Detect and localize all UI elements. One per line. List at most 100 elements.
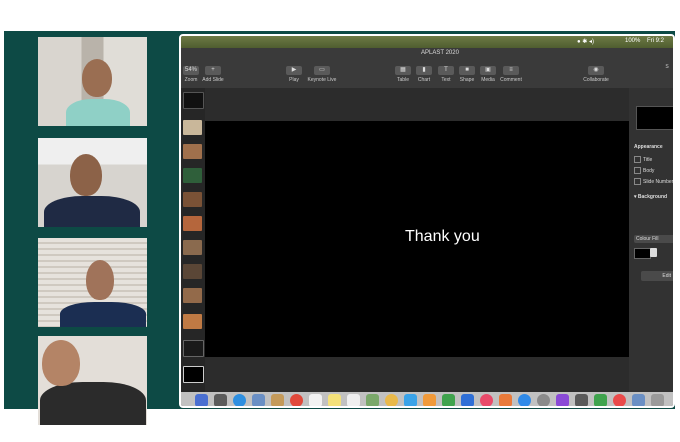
text-label: Text [441,77,451,83]
keynote-live-label: Keynote Live [307,77,337,83]
add-slide-icon: + [205,66,221,75]
shape-icon: ■ [459,66,475,75]
comment-button[interactable]: ≡ Comment [499,66,523,83]
format-button[interactable]: S [655,64,673,70]
title-checkbox-row[interactable]: Title [634,156,652,163]
chart-icon: ▮ [416,66,432,75]
media-button[interactable]: ▣ Media [476,66,500,83]
calendar-icon[interactable] [309,394,322,406]
document-title: APLAST 2020 [421,50,459,56]
keynote-toolbar: APLAST 2020 54% Zoom + Add Slide ▶ Play … [181,48,673,88]
participant-video-2[interactable] [38,138,147,227]
contacts-icon[interactable] [271,394,284,406]
mac-dock [181,392,673,406]
slide-thumbnail-selected[interactable] [183,366,204,383]
notes-icon[interactable] [328,394,341,406]
pages-icon[interactable] [423,394,436,406]
safari-icon[interactable] [233,394,246,406]
media-label: Media [481,77,495,83]
menubar-icons: ● ✱ ◂) [577,39,594,45]
system-preferences-icon[interactable] [537,394,550,406]
imovie-icon[interactable] [556,394,569,406]
format-inspector: Appearance Title Body Slide Number ▾ Bac… [629,88,673,392]
slide-title-text[interactable]: Thank you [405,228,480,246]
body-checkbox-label: Body [643,167,655,174]
chrome-icon[interactable] [290,394,303,406]
downloads-folder-icon[interactable] [632,394,645,406]
slide-thumbnail[interactable] [183,264,202,279]
launchpad-icon[interactable] [214,394,227,406]
numbers-icon[interactable] [442,394,455,406]
appearance-heading: Appearance [634,144,663,150]
books-icon[interactable] [499,394,512,406]
play-button[interactable]: ▶ Play [282,66,306,83]
zoom-control[interactable]: 54% Zoom [181,66,203,83]
participant-strip [38,37,148,425]
chart-label: Chart [417,77,431,83]
slide-thumbnail[interactable] [183,144,202,159]
menubar-clock: Fri 9:2 [647,38,665,44]
body-checkbox-row[interactable]: Body [634,167,654,174]
collaborate-icon: ◉ [588,66,604,75]
keynote-live-button[interactable]: ▭ Keynote Live [307,66,337,83]
keynote-live-icon: ▭ [314,66,330,75]
collaborate-button[interactable]: ◉ Collaborate [581,66,611,83]
layout-preview[interactable] [636,106,673,130]
shared-screen[interactable]: ● ✱ ◂) 100% Fri 9:2 APLAST 2020 54% Zoom… [179,34,675,408]
body-checkbox[interactable] [634,167,641,174]
background-heading: Background [637,194,668,200]
slide-thumbnail[interactable] [183,314,202,329]
play-icon: ▶ [286,66,302,75]
play-label: Play [289,77,299,83]
mac-menubar: ● ✱ ◂) 100% Fri 9:2 [181,36,673,48]
trash-icon[interactable] [651,394,664,406]
slide-thumbnail[interactable] [183,216,202,231]
slide-thumbnail[interactable] [183,192,202,207]
title-checkbox[interactable] [634,156,641,163]
participant-video-4[interactable] [38,336,147,425]
slide-thumbnail[interactable] [183,92,204,109]
chart-button[interactable]: ▮ Chart [412,66,436,83]
facetime-icon[interactable] [594,394,607,406]
edit-button[interactable]: Edit [641,271,673,281]
table-icon: ▦ [395,66,411,75]
app-store-icon[interactable] [518,394,531,406]
music-icon[interactable] [480,394,493,406]
maps-icon[interactable] [366,394,379,406]
battery-label: 100% [625,38,641,44]
color-picker-button[interactable] [650,248,657,257]
slide-thumbnail[interactable] [183,340,204,357]
keynote-icon[interactable] [461,394,474,406]
text-icon: T [438,66,454,75]
comment-label: Comment [500,77,522,83]
slide-thumbnail[interactable] [183,240,202,255]
reminders-icon[interactable] [347,394,360,406]
add-slide-button[interactable]: + Add Slide [201,66,225,83]
messages-icon[interactable] [404,394,417,406]
collaborate-label: Collaborate [583,77,609,83]
slide-navigator [181,88,205,392]
add-slide-label: Add Slide [202,77,224,83]
app-icon[interactable] [575,394,588,406]
photos-icon[interactable] [385,394,398,406]
participant-video-1[interactable] [38,37,147,126]
background-section[interactable]: ▾ Background [634,194,667,200]
participant-video-3[interactable] [38,238,147,327]
slide-number-checkbox-row[interactable]: Slide Number [634,178,673,185]
app-icon[interactable] [613,394,626,406]
slide-canvas-area: Thank you [205,88,629,392]
zoom-label: Zoom [184,77,198,83]
slide-number-checkbox[interactable] [634,178,641,185]
comment-icon: ≡ [503,66,519,75]
current-slide[interactable]: Thank you [205,121,629,357]
slide-thumbnail[interactable] [183,288,202,303]
fill-type-select[interactable]: Colour Fill [634,235,673,243]
slide-thumbnail[interactable] [183,168,202,183]
format-label: S [665,64,669,70]
mail-icon[interactable] [252,394,265,406]
finder-icon[interactable] [195,394,208,406]
slide-thumbnail[interactable] [183,120,202,135]
color-swatch[interactable] [634,248,651,259]
media-icon: ▣ [480,66,496,75]
slide-number-checkbox-label: Slide Number [643,178,674,185]
